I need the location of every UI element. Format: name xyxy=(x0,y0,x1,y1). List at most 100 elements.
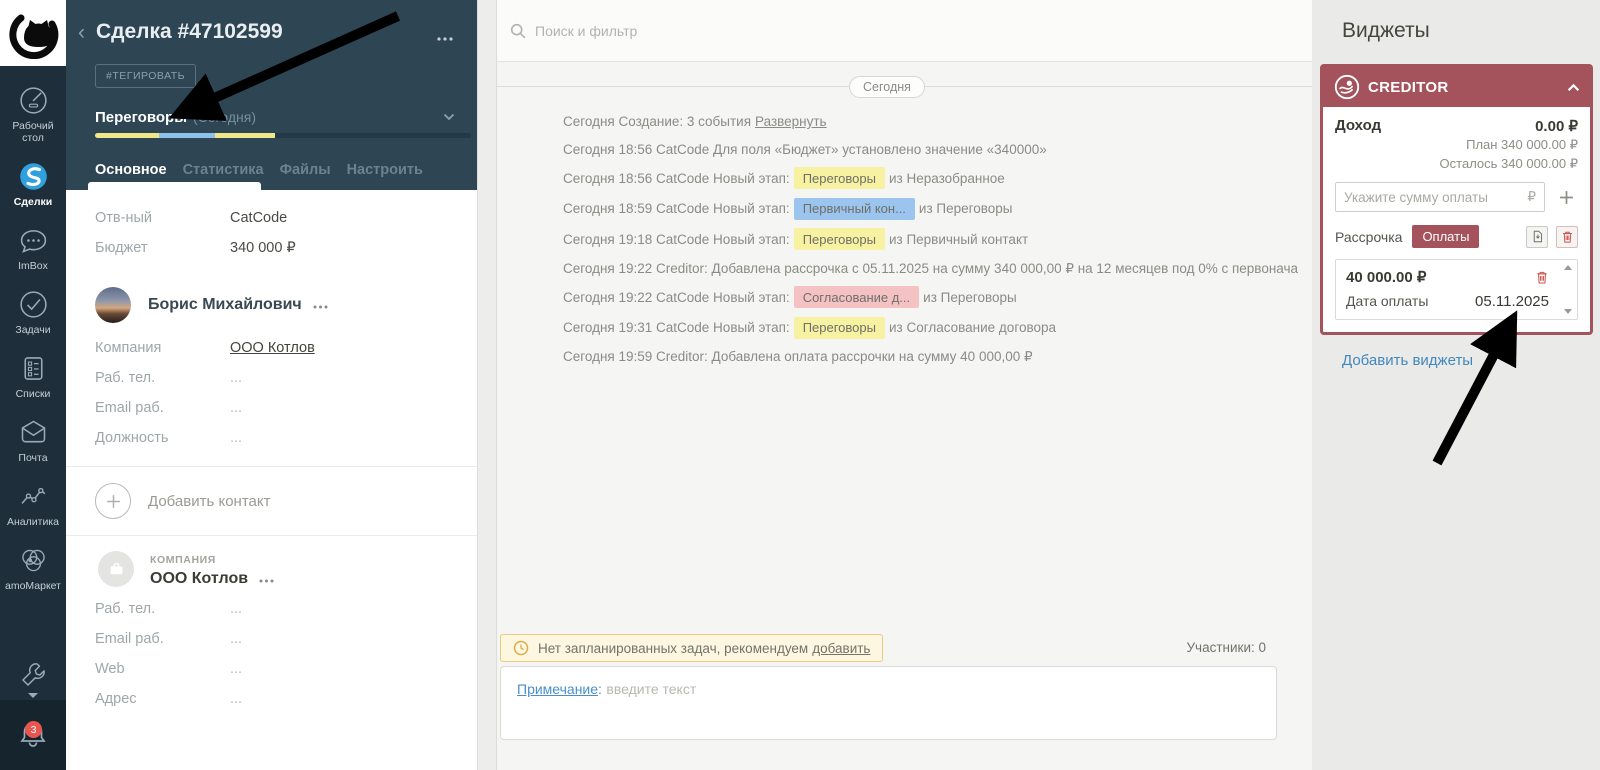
sidebar-item-lists[interactable]: Списки xyxy=(0,344,66,408)
tab-основное[interactable]: Основное xyxy=(95,162,167,178)
event-text: Сегодня 18:59 CatCode Новый этап: xyxy=(563,201,790,216)
briefcase-icon xyxy=(110,562,122,574)
tab-файлы[interactable]: Файлы xyxy=(280,162,331,178)
event-text: из Переговоры xyxy=(923,289,1017,305)
add-task-link[interactable]: добавить xyxy=(812,641,870,656)
creditor-widget-header: CREDITOR xyxy=(1323,67,1590,107)
expand-events-link[interactable]: Развернуть xyxy=(755,112,827,131)
note-input[interactable]: Примечание: введите текст xyxy=(500,666,1277,740)
mail-icon xyxy=(17,416,50,449)
dashboard-icon xyxy=(17,84,50,117)
stage-chip: Переговоры xyxy=(793,167,885,189)
feed-event: Сегодня Создание: 3 события Развернуть xyxy=(563,112,1300,131)
widgets-title: Виджеты xyxy=(1342,19,1430,42)
stage-name[interactable]: Переговоры xyxy=(95,109,187,126)
collapse-chevron-up-icon[interactable] xyxy=(1567,83,1580,92)
field-value: ... xyxy=(230,370,243,386)
add-widgets-link[interactable]: Добавить виджеты xyxy=(1342,352,1473,369)
company-kebab-menu[interactable] xyxy=(259,570,274,588)
crm-app: Рабочий стол Сделки ImBox Задачи Списки Почта… xyxy=(0,0,1600,770)
tab-статистика[interactable]: Статистика xyxy=(183,162,264,178)
field-value: ... xyxy=(230,691,243,707)
remaining-line: Осталось 340 000.00 ₽ xyxy=(1439,156,1578,171)
main-sidebar: Рабочий стол Сделки ImBox Задачи Списки Почта… xyxy=(0,0,66,770)
progress-segment xyxy=(215,133,276,138)
sidebar-item-tasks[interactable]: Задачи xyxy=(0,280,66,344)
add-contact-button[interactable]: Добавить контакт xyxy=(66,466,477,536)
stage-chip: Первичный кон... xyxy=(793,197,915,220)
company-name[interactable]: ООО Котлов xyxy=(150,570,248,588)
payment-date-value[interactable]: 05.11.2025 xyxy=(1475,293,1549,310)
deals-icon xyxy=(17,160,50,193)
sidebar-item-analytics[interactable]: Аналитика xyxy=(0,472,66,536)
field-value[interactable]: ООО Котлов xyxy=(230,340,315,356)
scroll-up-button[interactable] xyxy=(1564,265,1572,270)
plan-line: План 340 000.00 ₽ xyxy=(1466,137,1578,152)
contact-kebab-menu[interactable] xyxy=(313,296,328,314)
caret-down-icon xyxy=(28,693,38,698)
feed-events: Сегодня Создание: 3 события Развернуть Сег… xyxy=(563,112,1300,375)
sidebar-item-deals[interactable]: Сделки xyxy=(0,152,66,216)
contact-field-row: Компания ООО Котлов xyxy=(66,333,477,363)
back-button[interactable]: ‹ xyxy=(78,22,85,43)
field-value: 340 000 ₽ xyxy=(230,240,296,256)
sidebar-item-notifications[interactable]: 3 xyxy=(0,700,66,770)
event-text: из Первичный контакт xyxy=(888,231,1029,247)
currency-suffix: ₽ xyxy=(1527,189,1536,204)
note-colon: : xyxy=(598,681,602,697)
amocrm-logo[interactable] xyxy=(0,0,66,66)
deal-field-row: Отв-ный CatCode xyxy=(66,203,477,233)
event-text: Сегодня 19:22 Creditor: Добавлена рассро… xyxy=(563,260,1299,276)
tag-button[interactable]: #ТЕГИРОВАТЬ xyxy=(95,64,197,88)
event-text: из Согласование договора xyxy=(888,320,1056,335)
field-value: CatCode xyxy=(230,210,288,226)
note-type-link[interactable]: Примечание xyxy=(517,681,598,697)
sidebar-item-label: ImBox xyxy=(18,260,48,272)
installment-label[interactable]: Рассрочка xyxy=(1335,229,1402,245)
stage-chip: Переговоры xyxy=(793,316,885,339)
field-value: ... xyxy=(230,400,243,416)
deal-header: ‹ Сделка #47102599 #ТЕГИРОВАТЬ Переговор… xyxy=(66,0,477,190)
add-contact-label: Добавить контакт xyxy=(148,492,271,510)
search-placeholder: Поиск и фильтр xyxy=(535,22,638,39)
event-text: Сегодня Создание: 3 события xyxy=(563,114,752,129)
sidebar-item-label: Списки xyxy=(15,388,51,400)
export-document-button[interactable] xyxy=(1526,225,1548,248)
day-pill: Сегодня xyxy=(849,76,925,98)
field-label: Адрес xyxy=(95,691,137,707)
stage-chevron-down-icon[interactable] xyxy=(443,108,455,126)
deal-kebab-menu[interactable] xyxy=(437,28,453,46)
delete-payment-button[interactable] xyxy=(1535,270,1549,285)
sidebar-item-imbox[interactable]: ImBox xyxy=(0,216,66,280)
tab-настроить[interactable]: Настроить xyxy=(347,162,423,178)
feed-event: Сегодня 18:56 CatCode Новый этап: Перегов… xyxy=(563,167,1300,189)
sidebar-item-dashboard[interactable]: Рабочий стол xyxy=(0,76,66,152)
widgets-panel: Виджеты CREDITOR Доход 0.00 ₽ План 340 0… xyxy=(1312,0,1600,770)
payments-tab-button[interactable]: Оплаты xyxy=(1412,225,1480,248)
sidebar-item-market[interactable]: amoМаркет xyxy=(0,536,66,600)
company-card-header[interactable]: КОМПАНИЯ ООО Котлов xyxy=(66,550,477,588)
contact-card-header[interactable]: Борис Михайлович xyxy=(66,287,477,323)
progress-segment xyxy=(95,133,159,138)
search-icon xyxy=(510,23,526,39)
stage-period: (Сегодня) xyxy=(193,109,256,125)
payment-amount: 40 000.00 ₽ xyxy=(1346,269,1427,286)
event-text: из Переговоры xyxy=(918,201,1013,216)
cat-logo-icon xyxy=(9,14,59,59)
sidebar-item-mail[interactable]: Почта xyxy=(0,408,66,472)
sidebar-item-settings[interactable] xyxy=(0,658,66,698)
field-label: Раб. тел. xyxy=(95,601,156,617)
field-label: Раб. тел. xyxy=(95,370,156,386)
event-text: Сегодня 19:31 CatCode Новый этап: xyxy=(563,320,790,335)
search-input[interactable]: Поиск и фильтр xyxy=(497,0,1312,62)
sidebar-item-label: Сделки xyxy=(13,196,53,208)
add-payment-button[interactable] xyxy=(1554,185,1578,209)
scroll-down-button[interactable] xyxy=(1564,309,1572,314)
delete-installment-button[interactable] xyxy=(1556,225,1578,248)
contact-fields: Компания ООО Котлов Раб. тел.... Email раб.… xyxy=(66,333,477,453)
contact-name[interactable]: Борис Михайлович xyxy=(148,296,302,314)
company-avatar xyxy=(98,551,134,587)
alert-text: Нет запланированных задач, рекомендуем xyxy=(538,640,809,656)
payment-amount-input[interactable]: Укажите сумму оплаты ₽ xyxy=(1335,182,1545,212)
imbox-icon xyxy=(17,224,50,257)
